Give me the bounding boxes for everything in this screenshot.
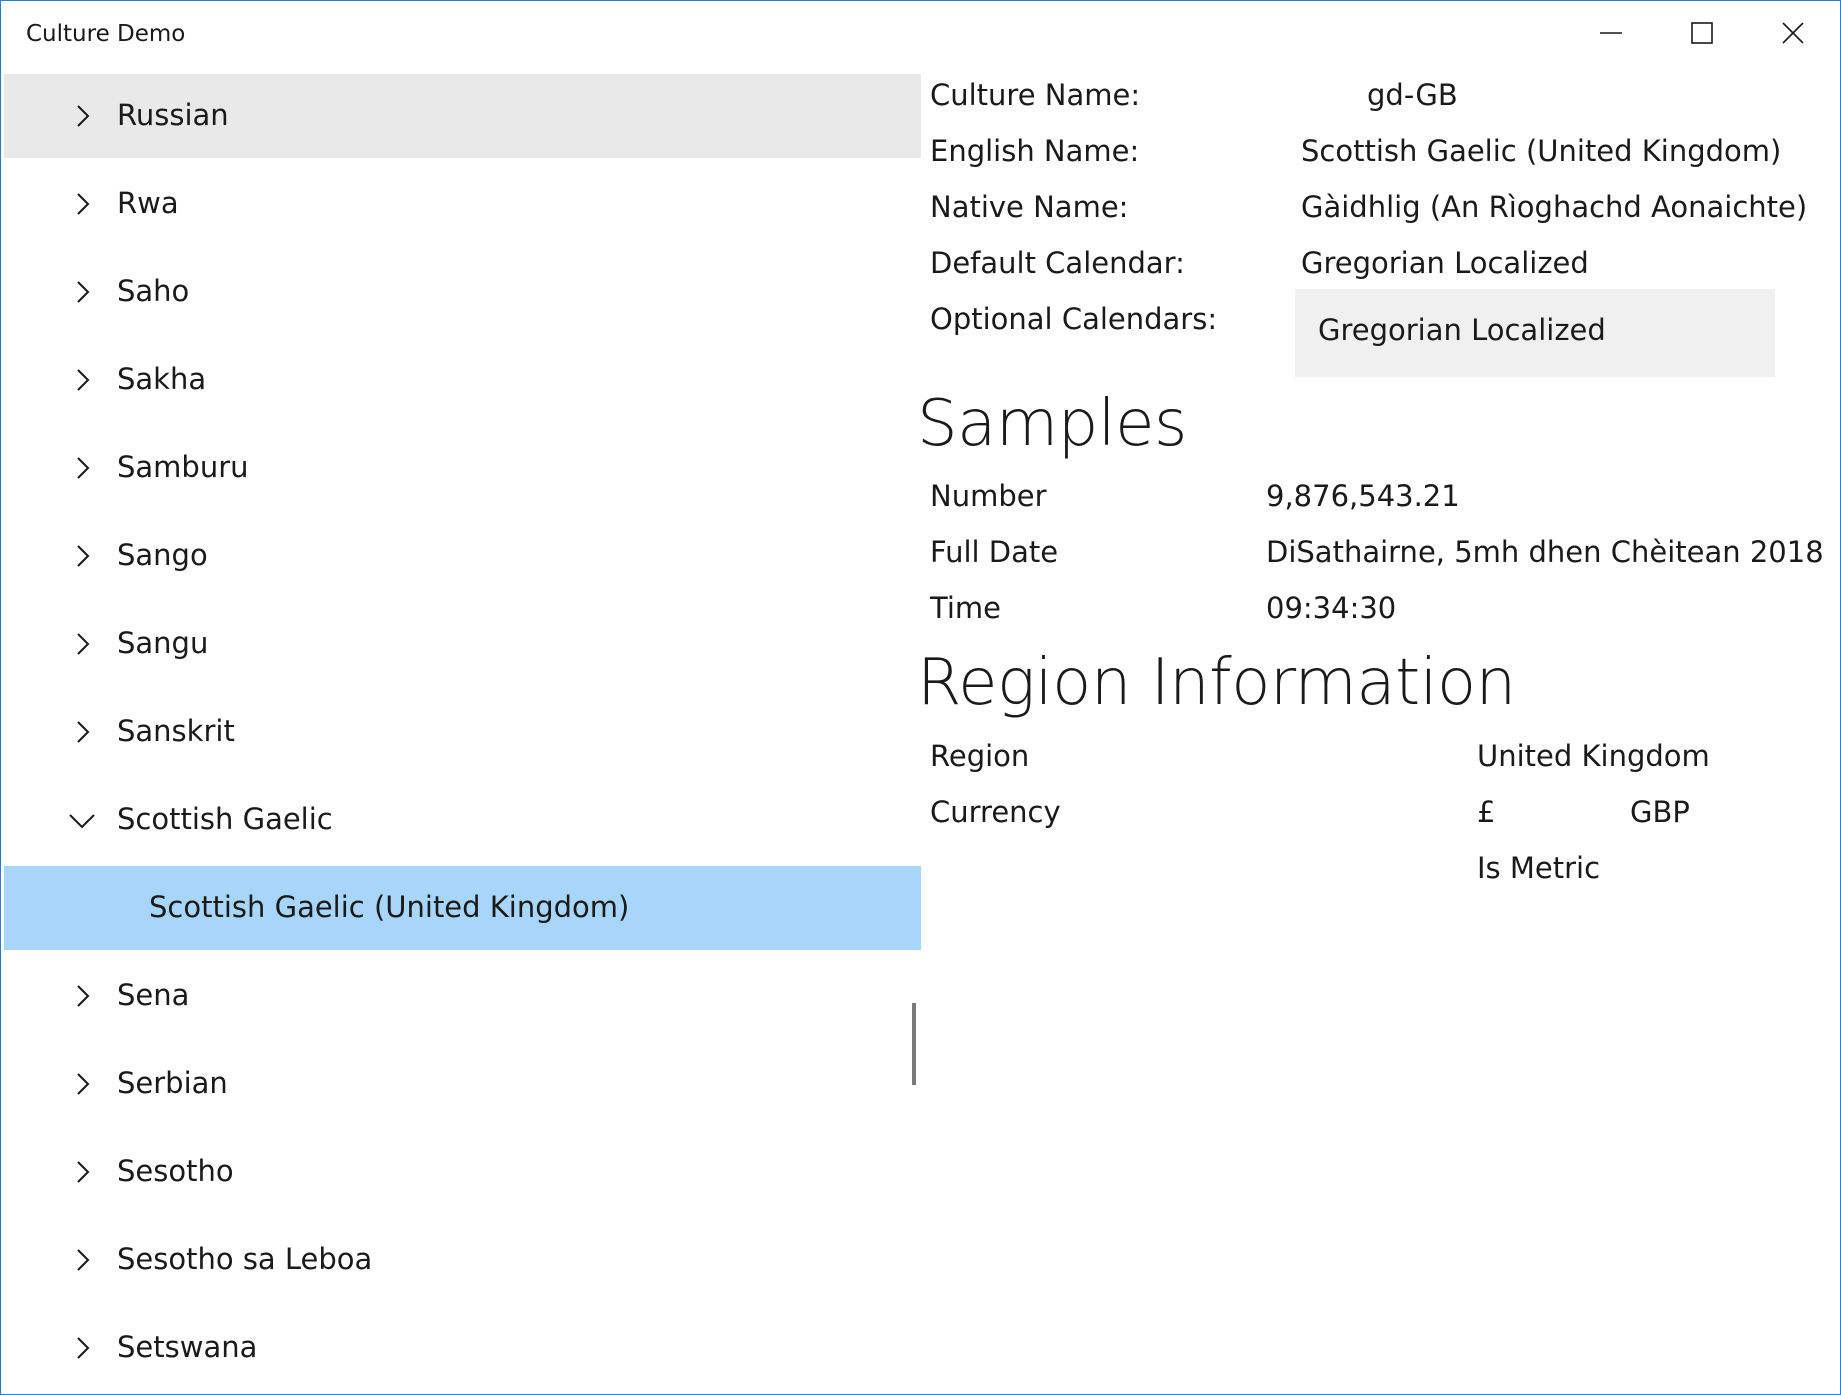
tree-item-saho[interactable]: Saho (4, 250, 921, 334)
tree-item-rwa[interactable]: Rwa (4, 162, 921, 246)
tree-item-label: Setswana (117, 1330, 258, 1364)
close-button[interactable] (1748, 1, 1838, 65)
tree-item-scottish-gaelic-united-kingdom[interactable]: Scottish Gaelic (United Kingdom) (4, 866, 921, 950)
optional-calendars-list[interactable]: Gregorian Localized (1295, 289, 1775, 377)
chevron-right-icon[interactable] (68, 1246, 96, 1274)
time-value: 09:34:30 (1266, 591, 1397, 625)
tree-item-sangu[interactable]: Sangu (4, 602, 921, 686)
tree-item-russian[interactable]: Russian (4, 74, 921, 158)
chevron-right-icon[interactable] (68, 102, 96, 130)
optional-calendars-label: Optional Calendars: (930, 302, 1218, 336)
time-label: Time (930, 591, 1001, 625)
tree-item-setswana[interactable]: Setswana (4, 1306, 921, 1390)
tree-item-label: Russian (117, 98, 229, 132)
chevron-right-icon[interactable] (68, 630, 96, 658)
tree-item-label: Serbian (117, 1066, 228, 1100)
tree-item-sango[interactable]: Sango (4, 514, 921, 598)
tree-item-sena[interactable]: Sena (4, 954, 921, 1038)
default-calendar-value: Gregorian Localized (1301, 246, 1589, 280)
tree-item-label: Scottish Gaelic (United Kingdom) (149, 890, 630, 924)
currency-code: GBP (1630, 795, 1690, 829)
chevron-right-icon[interactable] (68, 982, 96, 1010)
tree-item-sakha[interactable]: Sakha (4, 338, 921, 422)
samples-heading: Samples (917, 387, 1187, 461)
currency-symbol: £ (1477, 795, 1496, 829)
tree-item-label: Sesotho (117, 1154, 234, 1188)
english-name-value: Scottish Gaelic (United Kingdom) (1301, 134, 1782, 168)
native-name-label: Native Name: (930, 190, 1129, 224)
minimize-icon (1600, 32, 1622, 34)
chevron-right-icon[interactable] (68, 278, 96, 306)
tree-item-label: Sakha (117, 362, 207, 396)
tree-scrollbar-thumb[interactable] (912, 1003, 916, 1085)
tree-item-label: Sanskrit (117, 714, 235, 748)
tree-item-label: Rwa (117, 186, 179, 220)
tree-item-sesotho-sa-leboa[interactable]: Sesotho sa Leboa (4, 1218, 921, 1302)
tree-item-sesotho[interactable]: Sesotho (4, 1130, 921, 1214)
culture-name-label: Culture Name: (930, 78, 1141, 112)
tree-item-label: Sesotho sa Leboa (117, 1242, 373, 1276)
chevron-right-icon[interactable] (68, 718, 96, 746)
native-name-value: Gàidhlig (An Rìoghachd Aonaichte) (1301, 190, 1808, 224)
number-label: Number (930, 479, 1047, 513)
region-label: Region (930, 739, 1030, 773)
region-information-heading: Region Information (917, 646, 1516, 720)
region-value: United Kingdom (1477, 739, 1710, 773)
default-calendar-label: Default Calendar: (930, 246, 1185, 280)
maximize-button[interactable] (1657, 1, 1747, 65)
english-name-label: English Name: (930, 134, 1140, 168)
tree-item-label: Sangu (117, 626, 209, 660)
is-metric-label: Is Metric (1477, 851, 1601, 885)
app-window: Culture Demo Russian Rwa Saho Sakha Samb… (0, 0, 1841, 1395)
full-date-value: DiSathairne, 5mh dhen Chèitean 2018 (1266, 535, 1824, 569)
close-icon (1782, 22, 1804, 44)
chevron-right-icon[interactable] (68, 1158, 96, 1186)
chevron-right-icon[interactable] (68, 1334, 96, 1362)
tree-item-samburu[interactable]: Samburu (4, 426, 921, 510)
tree-item-label: Scottish Gaelic (117, 802, 333, 836)
chevron-right-icon[interactable] (68, 542, 96, 570)
chevron-right-icon[interactable] (68, 454, 96, 482)
chevron-right-icon[interactable] (68, 190, 96, 218)
tree-item-label: Saho (117, 274, 190, 308)
tree-item-label: Samburu (117, 450, 249, 484)
chevron-down-icon[interactable] (68, 806, 96, 834)
tree-item-scottish-gaelic[interactable]: Scottish Gaelic (4, 778, 921, 862)
number-value: 9,876,543.21 (1266, 479, 1460, 513)
culture-tree[interactable]: Russian Rwa Saho Sakha Samburu Sango San… (4, 74, 921, 1394)
chevron-right-icon[interactable] (68, 366, 96, 394)
chevron-right-icon[interactable] (68, 1070, 96, 1098)
minimize-button[interactable] (1566, 1, 1656, 65)
tree-item-label: Sango (117, 538, 208, 572)
optional-calendar-item[interactable]: Gregorian Localized (1318, 313, 1606, 347)
maximize-icon (1691, 22, 1713, 44)
currency-label: Currency (930, 795, 1061, 829)
window-title: Culture Demo (26, 21, 186, 47)
tree-item-serbian[interactable]: Serbian (4, 1042, 921, 1126)
tree-item-label: Sena (117, 978, 190, 1012)
title-bar: Culture Demo (1, 1, 1840, 67)
culture-name-value: gd-GB (1367, 78, 1458, 112)
full-date-label: Full Date (930, 535, 1059, 569)
tree-item-sanskrit[interactable]: Sanskrit (4, 690, 921, 774)
